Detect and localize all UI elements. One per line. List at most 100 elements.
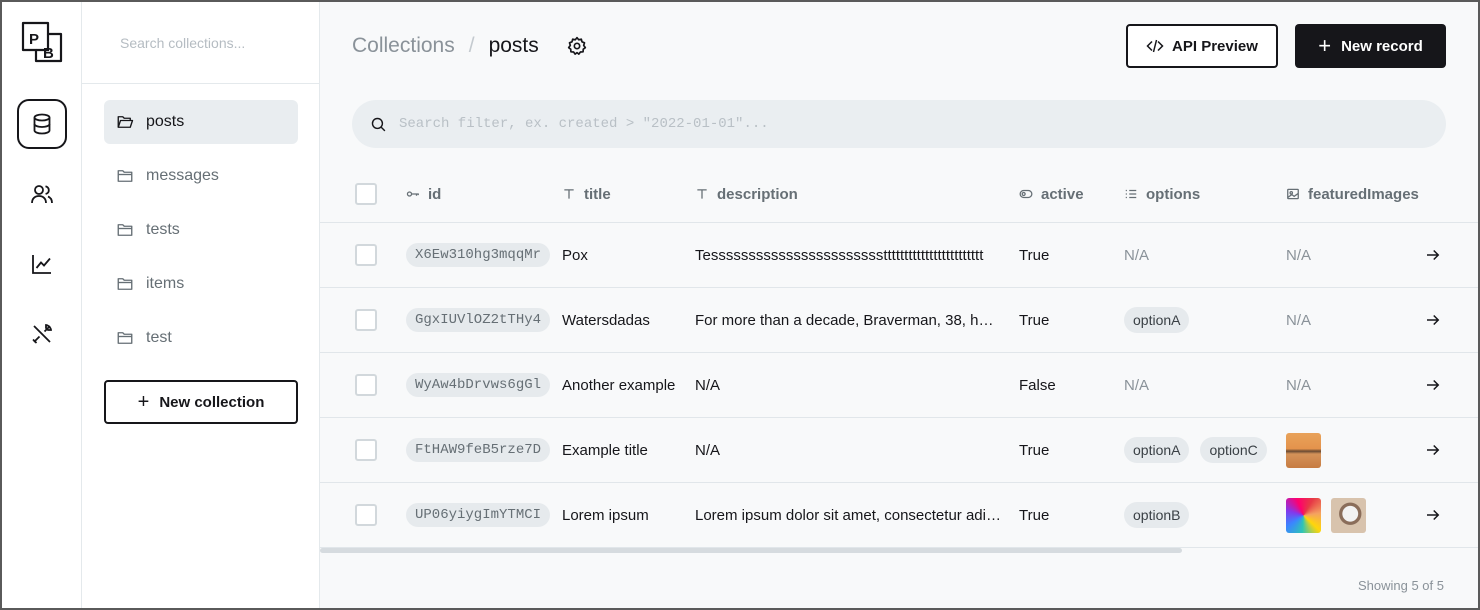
- record-images-cell: N/A: [1286, 312, 1311, 329]
- search-filter-bar: [352, 100, 1446, 148]
- table-row[interactable]: X6Ew310hg3mqqMr Pox Tessssssssssssssssss…: [320, 223, 1478, 288]
- record-id-cell: GgxIUVlOZ2tTHy4: [406, 308, 551, 332]
- record-active: True: [1019, 246, 1050, 264]
- record-options-cell: optionA optionC: [1124, 437, 1267, 463]
- database-icon: [33, 113, 51, 135]
- record-description: Lorem ipsum dolor sit amet, consectetur …: [695, 506, 1001, 524]
- table-row[interactable]: WyAw4bDrvws6gGl Another example N/A Fals…: [320, 353, 1478, 418]
- image-thumbnail[interactable]: [1286, 497, 1321, 533]
- record-images-cell: [1286, 432, 1321, 468]
- horizontal-scrollbar[interactable]: [320, 548, 1182, 553]
- record-id[interactable]: WyAw4bDrvws6gGl: [406, 373, 551, 397]
- collection-item-tests[interactable]: tests: [104, 208, 298, 252]
- record-description-cell: N/A: [695, 377, 1001, 394]
- collection-item-test[interactable]: test: [104, 316, 298, 360]
- record-description: N/A: [695, 376, 721, 394]
- option-pill: optionA: [1124, 437, 1190, 463]
- row-checkbox[interactable]: [355, 374, 377, 396]
- collection-settings-button[interactable]: [567, 36, 587, 56]
- api-preview-label: API Preview: [1172, 37, 1258, 55]
- search-filter-input[interactable]: [399, 116, 1399, 132]
- rail-settings-button[interactable]: [17, 309, 67, 359]
- image-thumbnail[interactable]: [1286, 432, 1321, 468]
- text-icon: [697, 189, 707, 199]
- table-row[interactable]: GgxIUVlOZ2tTHy4 Watersdadas For more tha…: [320, 288, 1478, 353]
- column-header-label: featuredImages: [1308, 185, 1419, 203]
- api-preview-button[interactable]: API Preview: [1126, 24, 1278, 68]
- record-options-na: N/A: [1124, 376, 1150, 394]
- folder-open-icon: [117, 116, 134, 128]
- column-header-options[interactable]: options: [1124, 186, 1200, 203]
- record-id[interactable]: UP06yiygImYTMCI: [406, 503, 551, 527]
- collection-item-posts[interactable]: posts: [104, 100, 298, 144]
- collection-label: posts: [146, 113, 185, 130]
- open-record-button[interactable]: [1424, 310, 1444, 330]
- plus-icon: +: [137, 391, 150, 413]
- text-icon: [564, 189, 574, 199]
- record-id[interactable]: FtHAW9feB5rze7D: [406, 438, 551, 462]
- column-header-label: id: [428, 185, 442, 203]
- record-id-cell: X6Ew310hg3mqqMr: [406, 243, 551, 267]
- open-record-button[interactable]: [1424, 245, 1444, 265]
- option-pill: optionA: [1124, 307, 1190, 333]
- rail-collections-button[interactable]: [17, 99, 67, 149]
- plus-icon: +: [1318, 33, 1332, 58]
- new-collection-button[interactable]: + New collection: [104, 380, 298, 424]
- rail-users-button[interactable]: [17, 169, 67, 219]
- record-options-na: N/A: [1124, 246, 1150, 264]
- breadcrumb-root[interactable]: Collections: [352, 34, 455, 58]
- collections-list: posts messages tests items test: [104, 100, 298, 370]
- record-id[interactable]: GgxIUVlOZ2tTHy4: [406, 308, 551, 332]
- collections-search-input[interactable]: [120, 34, 300, 51]
- chart-icon: [32, 255, 51, 274]
- row-checkbox[interactable]: [355, 439, 377, 461]
- record-id-cell: UP06yiygImYTMCI: [406, 503, 551, 527]
- column-header-active[interactable]: active: [1019, 186, 1084, 203]
- record-images-cell: N/A: [1286, 247, 1311, 264]
- collection-item-messages[interactable]: messages: [104, 154, 298, 198]
- breadcrumb-separator: /: [468, 34, 475, 57]
- row-checkbox[interactable]: [355, 504, 377, 526]
- arrow-right-icon: [1427, 379, 1440, 391]
- table-row[interactable]: FtHAW9feB5rze7D Example title N/A True o…: [320, 418, 1478, 483]
- record-id-cell: FtHAW9feB5rze7D: [406, 438, 551, 462]
- record-images-cell: [1286, 497, 1366, 533]
- column-header-featuredimages[interactable]: featuredImages: [1286, 186, 1419, 203]
- table-header-row: id title description active options feat…: [320, 166, 1478, 223]
- open-record-button[interactable]: [1424, 440, 1444, 460]
- row-checkbox[interactable]: [355, 244, 377, 266]
- folder-icon: [117, 224, 133, 236]
- table-row[interactable]: UP06yiygImYTMCI Lorem ipsum Lorem ipsum …: [320, 483, 1478, 548]
- column-header-title[interactable]: title: [562, 186, 687, 203]
- new-record-label: New record: [1341, 37, 1423, 55]
- column-header-id[interactable]: id: [406, 186, 441, 203]
- record-images-na: N/A: [1286, 311, 1312, 329]
- row-checkbox[interactable]: [355, 309, 377, 331]
- icon-rail: P B: [2, 2, 82, 608]
- image-thumbnail[interactable]: [1331, 497, 1366, 533]
- record-id[interactable]: X6Ew310hg3mqqMr: [406, 243, 551, 267]
- record-active: True: [1019, 506, 1050, 524]
- folder-icon: [117, 278, 133, 290]
- collection-label: tests: [146, 221, 180, 238]
- column-header-description[interactable]: description: [695, 186, 1001, 203]
- svg-text:P: P: [29, 31, 39, 48]
- pocketbase-logo[interactable]: P B: [20, 20, 64, 64]
- record-title: Another example: [562, 376, 676, 394]
- select-all-checkbox[interactable]: [355, 183, 377, 205]
- breadcrumb-current: posts: [488, 34, 539, 57]
- record-description-cell: Tesssssssssssssssssssssssttttttttttttttt…: [695, 247, 1001, 264]
- collection-item-items[interactable]: items: [104, 262, 298, 306]
- new-record-button[interactable]: + New record: [1295, 24, 1446, 68]
- collections-search: [82, 2, 319, 84]
- record-title: Pox: [562, 246, 588, 264]
- folder-icon: [117, 332, 133, 344]
- column-header-label: title: [584, 185, 611, 203]
- record-title: Example title: [562, 441, 648, 459]
- open-record-button[interactable]: [1424, 375, 1444, 395]
- open-record-button[interactable]: [1424, 505, 1444, 525]
- record-description-cell: For more than a decade, Braverman, 38, h…: [695, 312, 1001, 329]
- record-active: True: [1019, 311, 1050, 329]
- rail-logs-button[interactable]: [17, 239, 67, 289]
- record-active: False: [1019, 376, 1056, 394]
